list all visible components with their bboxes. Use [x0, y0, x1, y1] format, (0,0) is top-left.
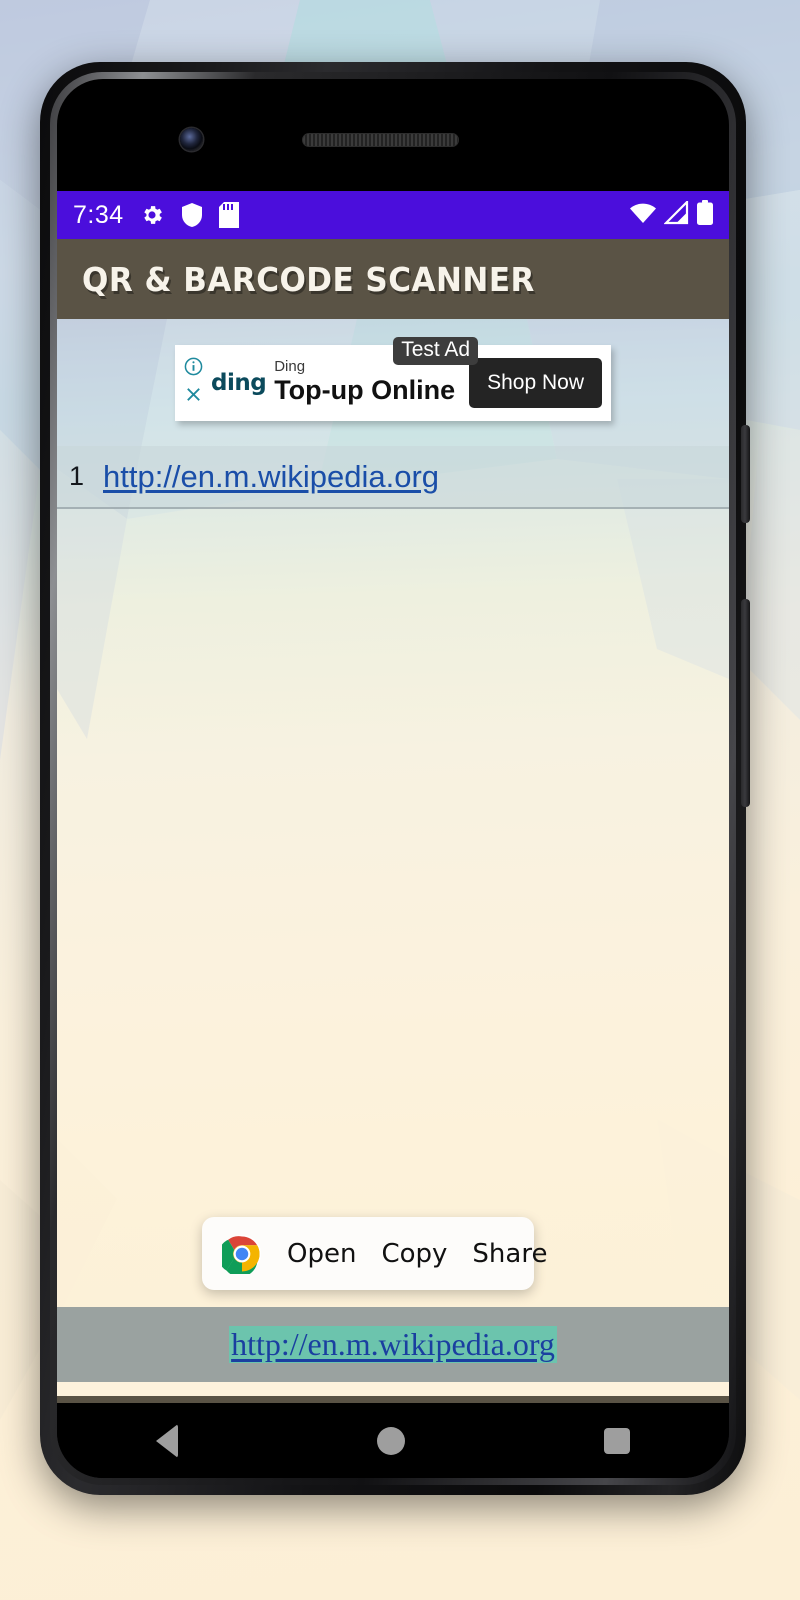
- ad-headline: Top-up Online: [274, 375, 456, 406]
- phone-screen: 7:34 QR & BARCODE SCANNER ding Ding Top-…: [57, 79, 729, 1478]
- front-camera-icon: [180, 128, 203, 151]
- context-menu-item-share[interactable]: Share: [472, 1239, 547, 1269]
- android-navigation-bar: [57, 1403, 729, 1478]
- page-title: QR & BARCODE SCANNER: [82, 259, 535, 299]
- url-text-field[interactable]: http://en.m.wikipedia.org: [57, 1307, 729, 1382]
- status-bar-clock: 7:34: [73, 200, 124, 229]
- ad-brand-logo: ding: [211, 369, 267, 396]
- shield-icon: [180, 202, 204, 228]
- ad-copy: Ding Top-up Online Test Ad: [274, 336, 479, 407]
- info-icon[interactable]: [184, 357, 203, 381]
- gear-icon: [139, 202, 165, 228]
- earpiece-speaker-icon: [302, 133, 459, 147]
- back-nav-button[interactable]: [156, 1423, 179, 1458]
- sd-card-icon: [218, 202, 239, 228]
- scan-results-list: 1 http://en.m.wikipedia.org: [57, 446, 729, 509]
- app-content-area: ding Ding Top-up Online Test Ad Shop Now: [57, 319, 729, 1403]
- result-index: 1: [69, 461, 85, 491]
- result-link[interactable]: http://en.m.wikipedia.org: [103, 459, 439, 495]
- shop-now-button[interactable]: Shop Now: [469, 357, 602, 408]
- home-nav-button[interactable]: [376, 1426, 405, 1455]
- table-row[interactable]: 1 http://en.m.wikipedia.org: [57, 446, 729, 509]
- test-ad-label: Test Ad: [393, 336, 479, 365]
- ad-badges: [175, 357, 211, 409]
- save-button[interactable]: SAVE: [57, 1396, 729, 1403]
- context-menu-item-open[interactable]: Open: [287, 1239, 356, 1269]
- spacer: [57, 1382, 729, 1396]
- android-viewport: 7:34 QR & BARCODE SCANNER ding Ding Top-…: [57, 191, 729, 1403]
- battery-icon: [697, 200, 713, 230]
- volume-rocker[interactable]: [741, 599, 750, 807]
- context-menu-item-copy[interactable]: Copy: [381, 1239, 447, 1269]
- close-icon[interactable]: [184, 385, 203, 409]
- status-bar: 7:34: [57, 191, 729, 239]
- wallpaper: 7:34 QR & BARCODE SCANNER ding Ding Top-…: [0, 0, 800, 1600]
- text-selection-context-menu: Open Copy Share: [202, 1217, 547, 1290]
- power-button[interactable]: [741, 425, 750, 523]
- recents-nav-button[interactable]: [603, 1427, 630, 1454]
- ad-banner-container: ding Ding Top-up Online Test Ad Shop Now: [57, 319, 729, 446]
- status-bar-right-icons: [629, 198, 713, 230]
- phone-device: 7:34 QR & BARCODE SCANNER ding Ding Top-…: [40, 62, 750, 1495]
- wifi-icon: [629, 201, 657, 230]
- app-title-bar: QR & BARCODE SCANNER: [57, 239, 729, 319]
- selected-url-text[interactable]: http://en.m.wikipedia.org: [229, 1326, 557, 1363]
- chrome-icon: [218, 1234, 262, 1277]
- cellular-signal-icon: [663, 198, 690, 230]
- ad-banner[interactable]: ding Ding Top-up Online Test Ad Shop Now: [175, 336, 611, 421]
